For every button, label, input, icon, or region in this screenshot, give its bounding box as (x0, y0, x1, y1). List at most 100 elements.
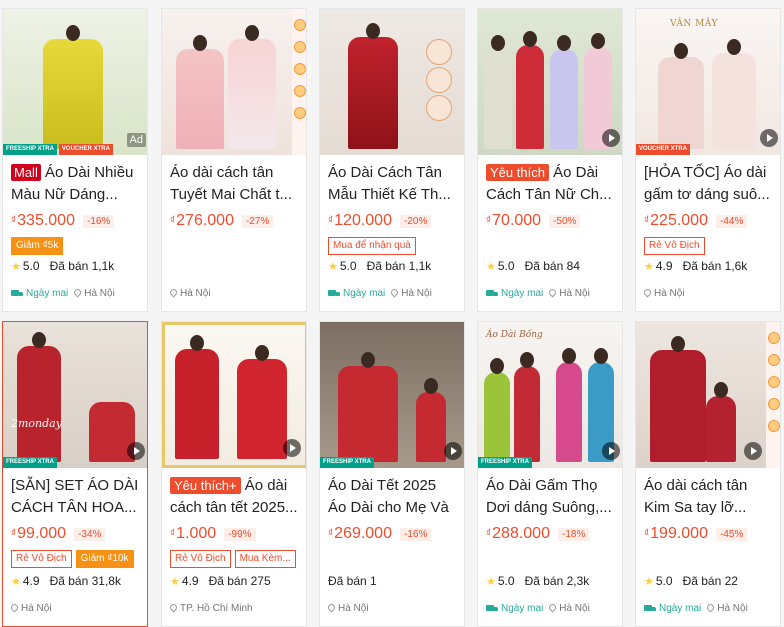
product-image[interactable] (478, 9, 622, 155)
star-icon: ★ (486, 260, 496, 273)
shop-logo: Áo Dài Bống (486, 330, 543, 340)
product-image[interactable]: FREESHIP XTRA (320, 322, 464, 468)
product-title[interactable]: Mall Áo Dài Nhiều Màu Nữ Dáng... (11, 162, 139, 206)
delivery-label: Ngày mai (343, 288, 386, 299)
star-icon: ★ (11, 575, 21, 588)
play-video-icon[interactable] (760, 129, 778, 147)
play-video-icon[interactable] (283, 439, 301, 457)
product-image[interactable] (162, 9, 306, 155)
shop-logo: VÂN MÂY (670, 19, 718, 29)
promo-stickers (292, 9, 306, 155)
discount-badge: -45% (715, 527, 748, 541)
delivery-label: Ngày mai (26, 288, 69, 299)
sold-count: Đã bán 1,1k (49, 259, 115, 273)
location: Hà Nội (654, 288, 685, 299)
product-title[interactable]: Yêu thích+ Áo dài cách tân tết 2025... (170, 475, 298, 519)
product-image[interactable] (320, 9, 464, 155)
location: Hà Nội (338, 603, 369, 614)
location-pin-icon (168, 287, 179, 298)
truck-icon (11, 289, 23, 298)
promo-tag: Rẻ Vô Địch (170, 550, 231, 568)
product-card[interactable]: Áo Dài Bống FREESHIP XTRA Áo Dài Gấm Thọ… (477, 321, 623, 627)
discount-badge: -44% (715, 214, 748, 228)
product-title[interactable]: Áo dài cách tân Tuyết Mai Chất t... (170, 162, 298, 206)
sold-count: Đã bán 275 (208, 574, 271, 588)
product-price: 1.000 (176, 525, 217, 542)
sold-count: Đã bán 1 (328, 574, 377, 588)
discount-badge: -34% (74, 527, 106, 541)
product-title[interactable]: Áo Dài Gấm Thọ Dơi dáng Suông,... (486, 475, 614, 519)
product-title[interactable]: [SẴN] SET ÁO DÀI CÁCH TÂN HOA... (11, 475, 139, 519)
product-image[interactable]: Áo Dài Bống FREESHIP XTRA (478, 322, 622, 468)
favorite-plus-badge: Yêu thích+ (170, 477, 241, 494)
product-card[interactable]: FREESHIP XTRA Áo Dài Tết 2025 Áo Dài cho… (319, 321, 465, 627)
favorite-badge: Yêu thích (486, 164, 549, 181)
product-image[interactable] (162, 322, 306, 468)
product-card[interactable]: Yêu thích+ Áo dài cách tân tết 2025... ₫… (161, 321, 307, 627)
rating: 5.0 (497, 574, 515, 588)
product-card[interactable]: FREESHIP XTRA VOUCHER XTRA Ad Mall Áo Dà… (2, 8, 148, 312)
product-title[interactable]: Áo Dài Tết 2025 Áo Dài cho Mẹ Và c... (328, 475, 456, 519)
star-icon: ★ (11, 260, 21, 273)
discount-badge: -18% (557, 527, 590, 541)
star-icon: ★ (486, 575, 496, 588)
sold-count: Đã bán 2,3k (524, 574, 590, 588)
discount-badge: -27% (241, 214, 274, 228)
play-video-icon[interactable] (602, 442, 620, 460)
product-price: 70.000 (492, 212, 542, 229)
discount-badge: -20% (399, 214, 432, 228)
product-title[interactable]: Yêu thích Áo Dài Cách Tân Nữ Ch... (486, 162, 614, 206)
product-card[interactable]: Áo dài cách tân Tuyết Mai Chất t... ₫ 276… (161, 8, 307, 312)
product-card[interactable]: Áo dài cách tân Kim Sa tay lỡ... ₫ 199.00… (635, 321, 781, 627)
promo-tag: Giảm ₫5k (11, 237, 64, 255)
feature-icons (426, 37, 456, 137)
rating: 5.0 (497, 259, 515, 273)
delivery-label: Ngày mai (659, 603, 702, 614)
product-title[interactable]: [HỎA TỐC] Áo dài gấm tơ dáng suô... (644, 162, 772, 206)
location-pin-icon (326, 602, 337, 613)
product-price: 199.000 (650, 525, 708, 542)
play-video-icon[interactable] (602, 129, 620, 147)
rating: 5.0 (339, 259, 357, 273)
ad-label: Ad (126, 133, 146, 147)
freeship-badge: FREESHIP XTRA (320, 457, 374, 468)
product-image[interactable]: FREESHIP XTRA VOUCHER XTRA Ad (3, 9, 147, 155)
product-price: 120.000 (334, 212, 392, 229)
product-card[interactable]: 2monday FREESHIP XTRA [SẴN] SET ÁO DÀI C… (2, 321, 148, 627)
image-overlay-text: 2monday (11, 417, 62, 430)
play-video-icon[interactable] (444, 442, 462, 460)
product-card[interactable]: Yêu thích Áo Dài Cách Tân Nữ Ch... ₫ 70.0… (477, 8, 623, 312)
freeship-badge: FREESHIP XTRA (478, 457, 532, 468)
discount-badge: -16% (82, 214, 115, 228)
product-image[interactable]: VÂN MÂY VOUCHER XTRA (636, 9, 780, 155)
location-pin-icon (72, 287, 83, 298)
sold-count: Đã bán 1,1k (366, 259, 432, 273)
location-pin-icon (547, 287, 558, 298)
freeship-badge: FREESHIP XTRA (3, 457, 57, 468)
location: TP. Hồ Chí Minh (180, 603, 253, 614)
location: Hà Nội (717, 603, 748, 614)
star-icon: ★ (644, 260, 654, 273)
freeship-badge: FREESHIP XTRA (3, 144, 57, 155)
mall-badge: Mall (11, 164, 41, 181)
product-price: 99.000 (17, 525, 67, 542)
discount-badge: -50% (549, 214, 581, 228)
location-pin-icon (168, 602, 179, 613)
product-image[interactable] (636, 322, 780, 468)
product-price: 269.000 (334, 525, 392, 542)
product-image[interactable]: 2monday FREESHIP XTRA (3, 322, 147, 468)
play-video-icon[interactable] (744, 442, 762, 460)
product-card[interactable]: Áo Dài Cách Tân Mẫu Thiết Kế Th... ₫ 120.… (319, 8, 465, 312)
rating: 4.9 (181, 574, 199, 588)
product-price: 276.000 (176, 212, 234, 229)
product-title[interactable]: Áo dài cách tân Kim Sa tay lỡ... (644, 475, 772, 519)
play-video-icon[interactable] (127, 442, 145, 460)
product-title[interactable]: Áo Dài Cách Tân Mẫu Thiết Kế Th... (328, 162, 456, 206)
location: Hà Nội (401, 288, 432, 299)
star-icon: ★ (170, 575, 180, 588)
location-pin-icon (642, 287, 653, 298)
sold-count: Đã bán 31,8k (49, 574, 121, 588)
voucher-badge: VOUCHER XTRA (636, 144, 691, 155)
product-card[interactable]: VÂN MÂY VOUCHER XTRA [HỎA TỐC] Áo dài gấ… (635, 8, 781, 312)
star-icon: ★ (328, 260, 338, 273)
